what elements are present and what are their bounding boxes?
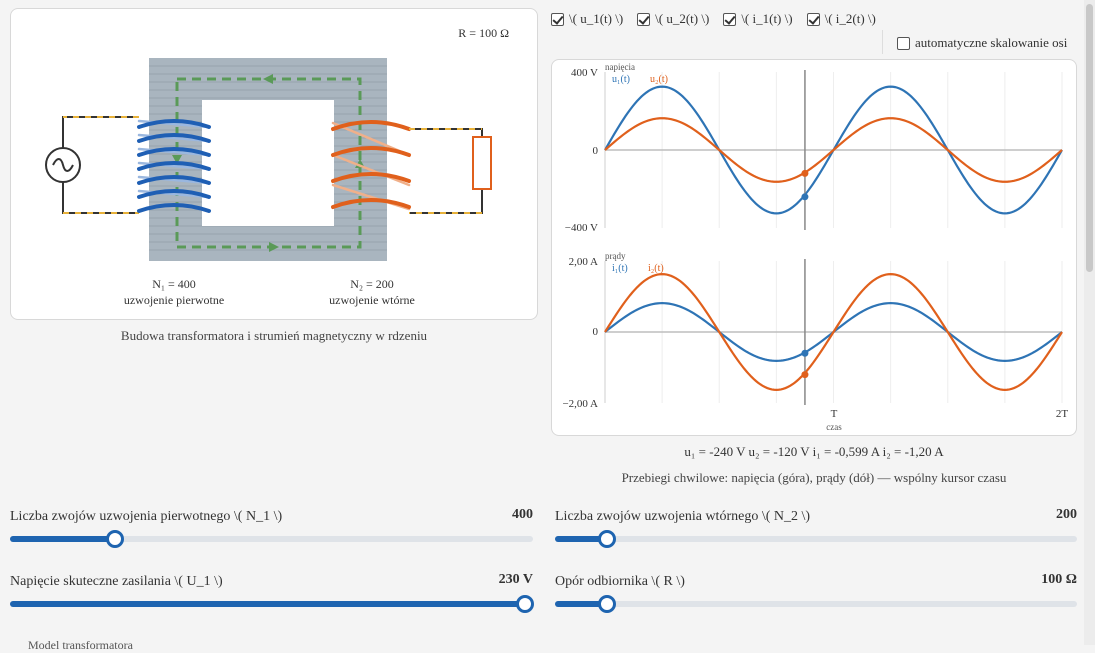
toggle-i1[interactable]: \( i_1(t) \) [723, 11, 793, 27]
slider-n2-thumb[interactable] [598, 530, 617, 548]
slider-n2-label: Liczba zwojów uzwojenia wtórnego \( N_2 … [555, 509, 811, 524]
x-tick-t: T [831, 408, 838, 420]
secondary-turns-label: N₂ = 200 [350, 277, 394, 291]
transformer-diagram: R = 100 Ω N₁ = 400 uzwojenie pierwotne N… [45, 26, 509, 307]
checkbox-i2[interactable] [806, 12, 820, 26]
voltage-y-bottom: −400 V [565, 222, 598, 234]
page-scrollbar-thumb[interactable] [1086, 4, 1093, 272]
core-window [202, 100, 334, 226]
voltage-legend-u2: u₂(t) [650, 74, 668, 85]
slider-n2-value: 200 [1056, 507, 1077, 522]
plots-caption: Przebiegi chwilowe: napięcia (góra), prą… [621, 470, 1007, 485]
slider-n1-label: Liczba zwojów uzwojenia pierwotnego \( N… [10, 509, 283, 524]
diagram-caption: Budowa transformatora i strumień magnety… [120, 328, 428, 343]
cursor-point-0-0 [801, 193, 809, 201]
slider-n2-track[interactable] [555, 530, 1077, 548]
slider-u1-value: 230 V [498, 572, 533, 587]
secondary-winding-label: uzwojenie wtórne [329, 293, 415, 307]
slider-n1-value: 400 [512, 507, 533, 522]
slider-u1-fill [10, 601, 525, 607]
slider-n2-group: Liczba zwojów uzwojenia wtórnego \( N_2 … [555, 507, 1077, 548]
checkbox-i1[interactable] [723, 12, 737, 26]
current-legend-i2: i₂(t) [648, 263, 664, 274]
toggle-i2[interactable]: \( i_2(t) \) [806, 11, 876, 27]
series-toggles: \( u_1(t) \) \( u_2(t) \) \( i_1(t) \) \… [551, 11, 876, 27]
slider-r-group: Opór odbiornika \( R \) 100 Ω [555, 572, 1077, 613]
cursor-point-1-1 [801, 371, 809, 379]
slider-u1-track[interactable] [10, 595, 534, 613]
toggle-autoscale[interactable]: automatyczne skalowanie osi [897, 35, 1067, 51]
checkbox-u1[interactable] [551, 12, 564, 26]
toggle-u2[interactable]: \( u_2(t) \) [637, 11, 709, 27]
primary-winding-label: uzwojenie pierwotne [124, 293, 224, 307]
slider-n1-thumb[interactable] [105, 530, 124, 548]
current-y-bottom: −2,00 A [562, 398, 598, 410]
voltage-title: napięcia [605, 62, 635, 72]
current-y-top: 2,00 A [569, 256, 598, 268]
plot-grid [604, 72, 1063, 403]
voltage-y-mid: 0 [593, 145, 599, 157]
page-scrollbar[interactable] [1084, 0, 1095, 645]
slider-u1-group: Napięcie skuteczne zasilania \( U_1 \) 2… [10, 572, 534, 613]
waveform-plots[interactable]: 400 V 0 −400 V napięcia u₁(t) u₂(t) 2,00… [552, 60, 1078, 437]
voltage-y-top: 400 V [571, 67, 598, 79]
slider-n1-track[interactable] [10, 530, 533, 548]
checkbox-u2[interactable] [637, 12, 651, 26]
slider-n1-group: Liczba zwojów uzwojenia pierwotnego \( N… [10, 507, 533, 548]
slider-u1-thumb[interactable] [516, 595, 534, 613]
current-title: prądy [605, 251, 626, 261]
voltage-legend-u1: u₁(t) [612, 74, 630, 85]
slider-n1-fill [10, 536, 115, 542]
toggle-u1[interactable]: \( u_1(t) \) [551, 11, 623, 27]
secondary-circuit [409, 128, 492, 214]
toggle-divider [882, 30, 883, 54]
cursor-point-1-0 [801, 349, 809, 357]
x-tick-2t: 2T [1056, 408, 1069, 420]
cursor-readout: u₁ = -240 V u₂ = -120 V i₁ = -0,599 A i₂… [684, 444, 944, 459]
slider-r-value: 100 Ω [1041, 572, 1077, 587]
current-y-mid: 0 [593, 326, 599, 338]
section-heading-cut: Model transformatora [28, 638, 133, 652]
x-axis-label: czas [826, 422, 842, 432]
slider-r-label: Opór odbiornika \( R \) [555, 574, 685, 589]
slider-u1-label: Napięcie skuteczne zasilania \( U_1 \) [10, 574, 223, 589]
current-legend-i1: i₁(t) [612, 263, 628, 274]
waveform-plots-panel: 400 V 0 −400 V napięcia u₁(t) u₂(t) 2,00… [551, 59, 1077, 436]
primary-turns-label: N₁ = 400 [152, 277, 196, 291]
primary-circuit [45, 116, 139, 214]
slider-r-thumb[interactable] [598, 595, 617, 613]
slider-r-track[interactable] [555, 595, 1077, 613]
resistance-label: R = 100 Ω [458, 26, 509, 40]
checkbox-autoscale[interactable] [897, 36, 910, 50]
cursor-point-0-1 [801, 169, 809, 177]
resistor-icon [472, 136, 492, 190]
transformer-diagram-panel: R = 100 Ω N₁ = 400 uzwojenie pierwotne N… [10, 8, 538, 320]
